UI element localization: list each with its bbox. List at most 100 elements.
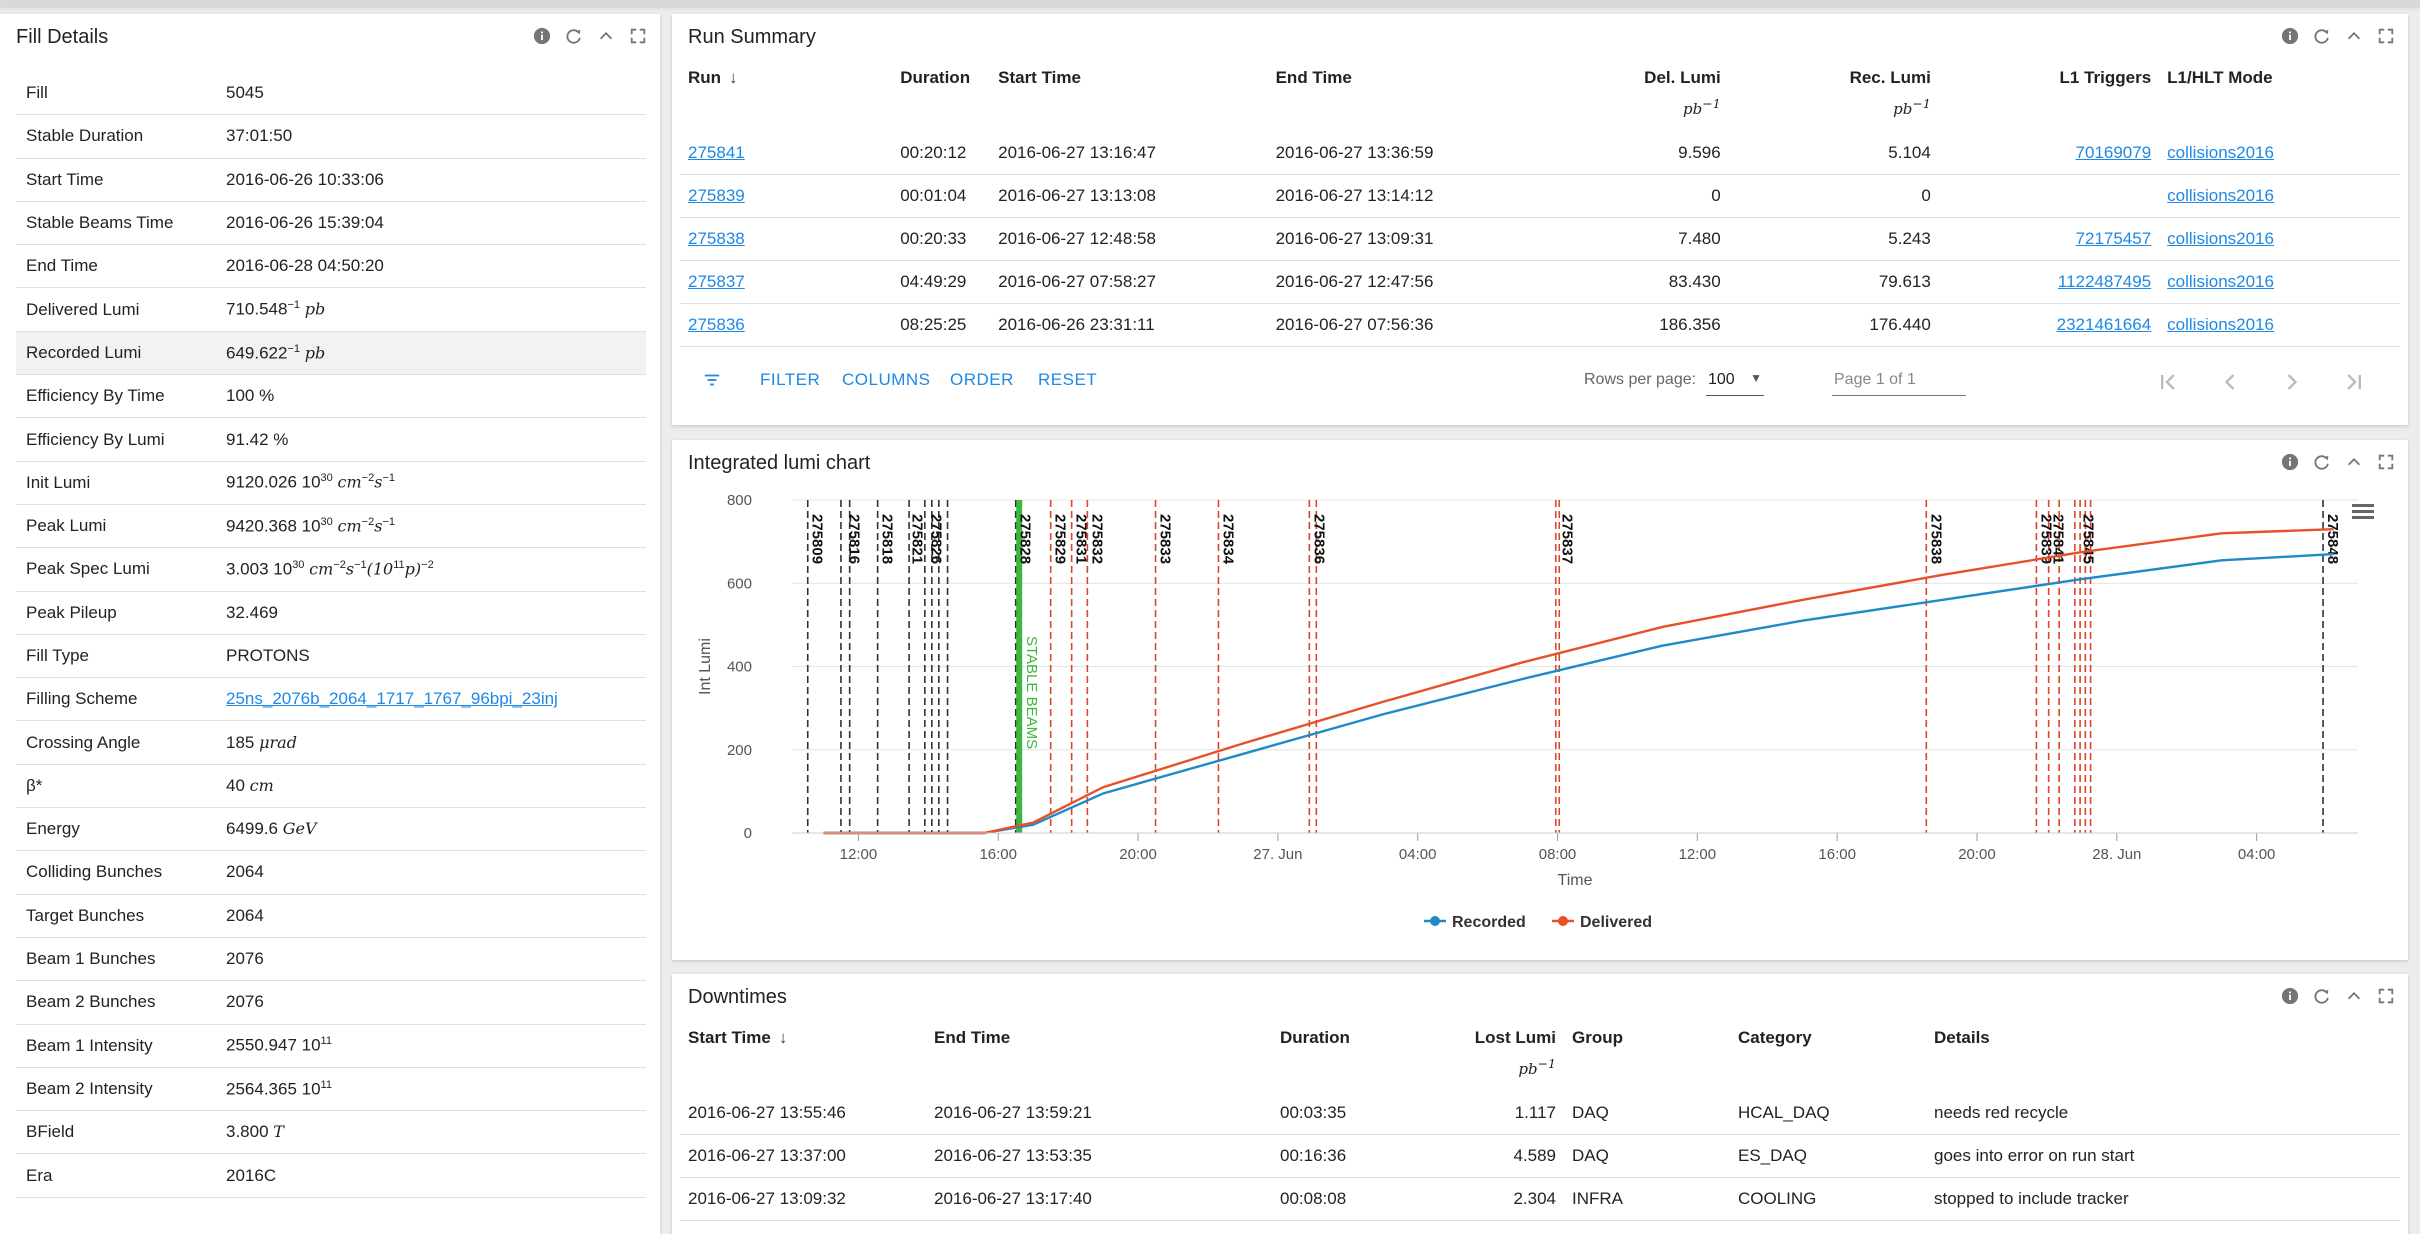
collapse-icon[interactable] <box>2344 26 2364 46</box>
table-row[interactable]: 275839 00:01:04 2016-06-27 13:13:08 2016-06… <box>680 174 2400 218</box>
cell-mode[interactable]: collisions2016 <box>2159 174 2400 218</box>
mode-value[interactable]: collisions2016 <box>2167 315 2274 334</box>
table-row[interactable]: 2016-06-27 13:09:32 2016-06-27 13:17:40 00… <box>680 1177 2400 1221</box>
fill-detail-value[interactable]: 25ns_2076b_2064_1717_1767_96bpi_23inj <box>216 677 646 722</box>
chart-legend[interactable]: Recorded Delivered <box>1424 914 1652 931</box>
fill-detail-key: BField <box>16 1110 216 1155</box>
page-input[interactable]: Page 1 of 1 <box>1832 367 1966 396</box>
column-header-group[interactable]: Group <box>1564 1028 1730 1092</box>
cell-mode[interactable]: collisions2016 <box>2159 260 2400 304</box>
column-header-start-time[interactable]: Start Time ↓ <box>680 1028 926 1092</box>
info-icon[interactable] <box>2280 26 2300 46</box>
last-page-icon[interactable] <box>2340 368 2368 396</box>
column-header-l1-triggers[interactable]: L1 Triggers <box>1939 68 2159 132</box>
cell-mode[interactable]: collisions2016 <box>2159 132 2400 175</box>
table-row[interactable]: 275838 00:20:33 2016-06-27 12:48:58 2016-06… <box>680 217 2400 261</box>
cell-l1[interactable]: 72175457 <box>1938 217 2160 261</box>
info-icon[interactable] <box>2280 986 2300 1006</box>
reset-button[interactable]: RESET <box>1038 370 1097 390</box>
fill-detail-key: Peak Pileup <box>16 591 216 635</box>
fill-detail-key: Beam 1 Bunches <box>16 937 216 982</box>
first-page-icon[interactable] <box>2154 368 2182 396</box>
collapse-icon[interactable] <box>2344 986 2364 1006</box>
sort-arrow-icon[interactable]: ↓ <box>779 1028 788 1047</box>
chart-menu-icon[interactable] <box>2352 504 2374 519</box>
mode-value[interactable]: collisions2016 <box>2167 229 2274 248</box>
column-header-duration[interactable]: Duration <box>892 68 990 132</box>
column-header-details[interactable]: Details <box>1926 1028 2400 1092</box>
info-icon[interactable] <box>532 26 552 46</box>
fill-detail-value: 2016-06-26 10:33:06 <box>216 158 646 202</box>
fullscreen-icon[interactable] <box>2376 986 2396 1006</box>
cell-end: 2016-06-27 07:56:36 <box>1267 303 1529 347</box>
filter-list-icon[interactable] <box>702 370 722 390</box>
cell-run[interactable]: 275839 <box>680 174 893 218</box>
l1-value[interactable]: 1122487495 <box>2058 272 2151 291</box>
value-part: 37:01:50 <box>226 126 293 146</box>
column-header-rec-lumi[interactable]: Rec. Lumi pb−1 <box>1729 68 1939 132</box>
column-header-run[interactable]: Run ↓ <box>680 68 892 132</box>
lumi-chart[interactable]: STABLE BEAMS275809 275816 275818 275821 2758… <box>672 440 2408 960</box>
column-header-l1-hlt-mode[interactable]: L1/HLT Mode <box>2159 68 2400 132</box>
x-tick-label: 04:00 <box>1399 846 1437 863</box>
column-header-lost-lumi[interactable]: Lost Lumi pb−1 <box>1408 1028 1564 1092</box>
rows-per-page-select[interactable]: 100 ▼ <box>1706 367 1764 396</box>
run-value[interactable]: 275836 <box>688 315 745 334</box>
refresh-icon[interactable] <box>564 26 584 46</box>
column-header-duration[interactable]: Duration <box>1272 1028 1408 1092</box>
cell-l1[interactable]: 70169079 <box>1938 132 2160 175</box>
fill-detail-value: 40 cm <box>216 764 646 809</box>
table-row[interactable]: 2016-06-27 13:37:00 2016-06-27 13:53:35 00… <box>680 1134 2400 1178</box>
run-value[interactable]: 275838 <box>688 229 745 248</box>
cell-l1[interactable]: 2321461664 <box>1938 303 2160 347</box>
previous-page-icon[interactable] <box>2216 368 2244 396</box>
table-row[interactable]: 2016-06-27 13:55:46 2016-06-27 13:59:21 00… <box>680 1092 2400 1135</box>
value-part[interactable]: 25ns_2076b_2064_1717_1767_96bpi_23inj <box>226 689 558 708</box>
column-header-end-time[interactable]: End Time <box>1268 68 1529 132</box>
x-tick-label: 28. Jun <box>2092 846 2141 863</box>
legend-item-recorded[interactable]: Recorded <box>1424 914 1526 931</box>
column-header-category[interactable]: Category <box>1730 1028 1926 1092</box>
column-header-end-time[interactable]: End Time <box>926 1028 1272 1092</box>
l1-value[interactable]: 70169079 <box>2076 143 2152 162</box>
fullscreen-icon[interactable] <box>2376 26 2396 46</box>
next-page-icon[interactable] <box>2278 368 2306 396</box>
value-part: 2064 <box>226 905 264 925</box>
mode-value[interactable]: collisions2016 <box>2167 272 2274 291</box>
run-value[interactable]: 275837 <box>688 272 745 291</box>
cell-run[interactable]: 275841 <box>680 132 893 175</box>
cell-l1[interactable] <box>1938 174 2160 218</box>
table-row[interactable]: 275836 08:25:25 2016-06-26 23:31:11 2016-06… <box>680 303 2400 347</box>
l1-value[interactable]: 2321461664 <box>2057 315 2152 334</box>
refresh-icon[interactable] <box>2312 26 2332 46</box>
fill-detail-value: 2076 <box>216 937 646 982</box>
mode-value[interactable]: collisions2016 <box>2167 143 2274 162</box>
column-header-del-lumi[interactable]: Del. Lumi pb−1 <box>1529 68 1729 132</box>
l1-value[interactable]: 72175457 <box>2076 229 2152 248</box>
cell-mode[interactable]: collisions2016 <box>2159 303 2400 347</box>
run-summary-panel: Run Summary Run ↓ Duration Start Time End… <box>672 14 2408 425</box>
columns-button[interactable]: COLUMNS <box>842 370 931 390</box>
value-part: −1 <box>382 515 395 528</box>
start-value: 2016-06-27 12:48:58 <box>998 229 1156 248</box>
cell-mode[interactable]: collisions2016 <box>2159 217 2400 261</box>
sort-arrow-icon[interactable]: ↓ <box>729 68 738 87</box>
legend-item-delivered[interactable]: Delivered <box>1552 914 1652 931</box>
run-value[interactable]: 275839 <box>688 186 745 205</box>
collapse-icon[interactable] <box>596 26 616 46</box>
cell-run[interactable]: 275838 <box>680 217 893 261</box>
order-button[interactable]: ORDER <box>950 370 1014 390</box>
run-value[interactable]: 275841 <box>688 143 745 162</box>
table-row[interactable]: 275841 00:20:12 2016-06-27 13:16:47 2016-06… <box>680 132 2400 175</box>
run-marker-label: 275845 <box>2079 514 2096 564</box>
table-row[interactable]: 275837 04:49:29 2016-06-27 07:58:27 2016-06… <box>680 260 2400 304</box>
fullscreen-icon[interactable] <box>628 26 648 46</box>
filter-button[interactable]: FILTER <box>760 370 820 390</box>
mode-value[interactable]: collisions2016 <box>2167 186 2274 205</box>
refresh-icon[interactable] <box>2312 986 2332 1006</box>
cell-run[interactable]: 275837 <box>680 260 893 304</box>
cell-l1[interactable]: 1122487495 <box>1938 260 2160 304</box>
cell-run[interactable]: 275836 <box>680 303 893 347</box>
column-header-start-time[interactable]: Start Time <box>990 68 1267 132</box>
x-tick-label: 20:00 <box>1958 846 1996 863</box>
